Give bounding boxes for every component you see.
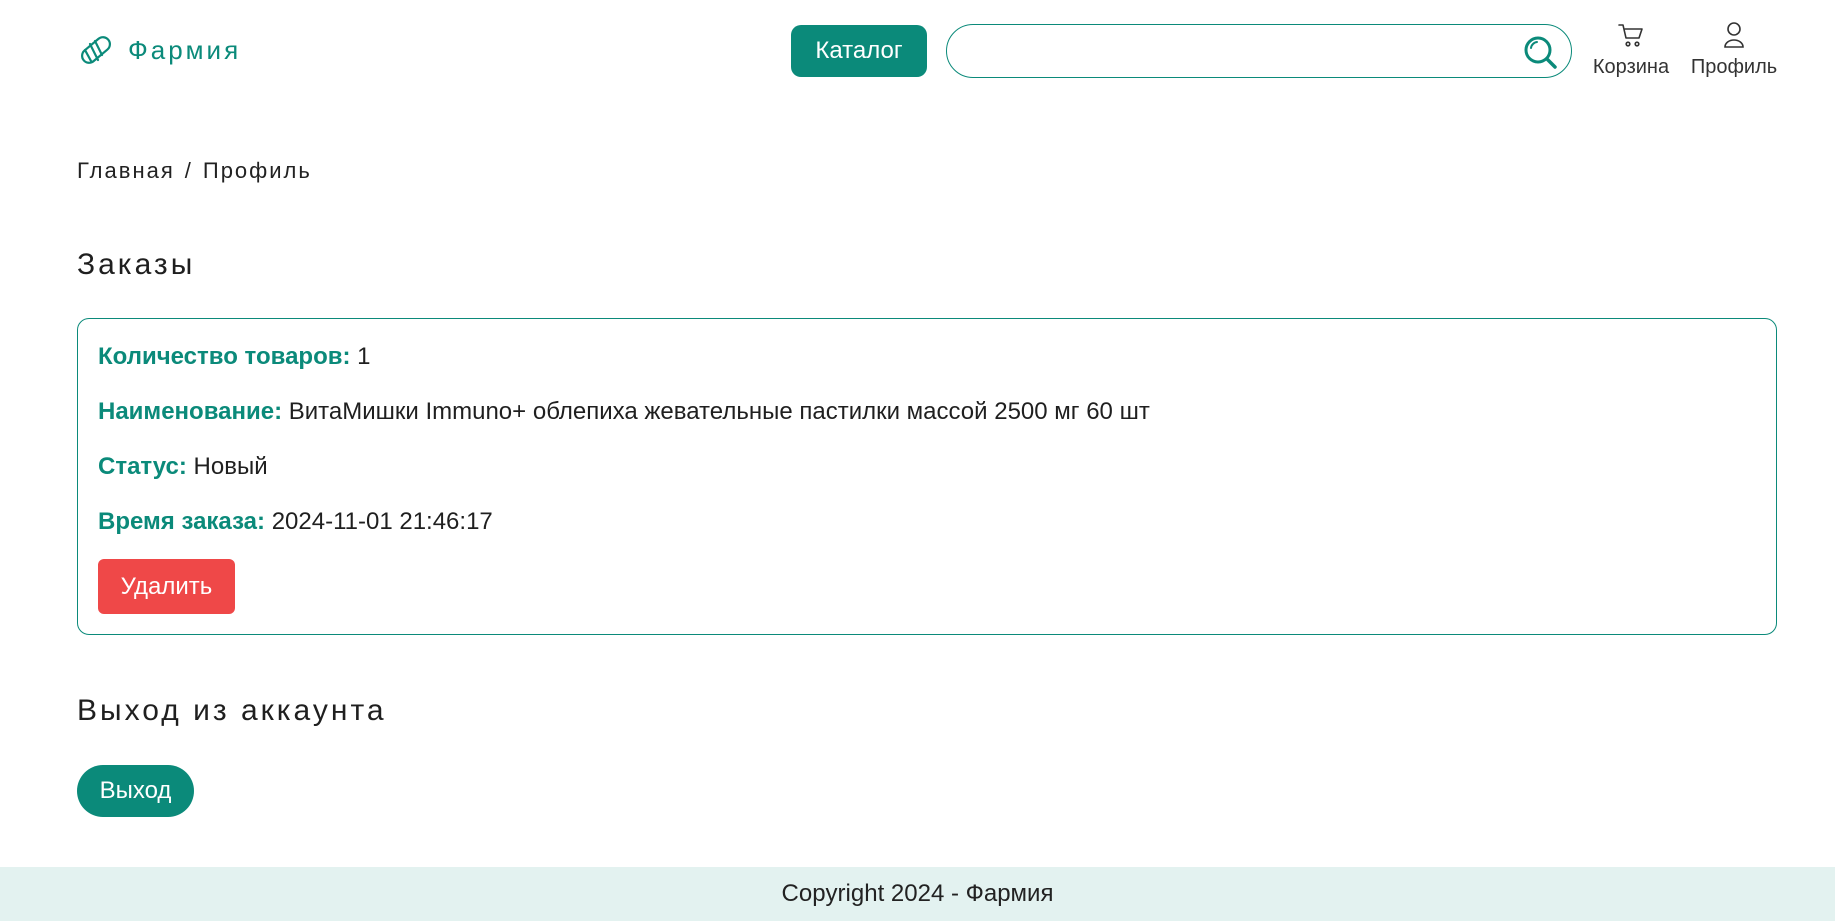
logo-link[interactable]: Фармия xyxy=(76,30,241,70)
logo-text: Фармия xyxy=(128,34,242,65)
catalog-button[interactable]: Каталог xyxy=(791,25,927,77)
breadcrumb-separator: / xyxy=(184,158,193,183)
order-status-label: Статус: xyxy=(98,453,187,480)
order-quantity-label: Количество товаров: xyxy=(98,343,351,370)
nav-profile[interactable]: Профиль xyxy=(1690,20,1778,79)
nav-cart-label: Корзина xyxy=(1592,56,1670,78)
cart-icon xyxy=(1616,20,1646,50)
order-time-value: 2024-11-01 21:46:17 xyxy=(271,508,493,535)
order-card: Количество товаров: 1 Наименование: Вита… xyxy=(77,318,1777,635)
footer-copyright: Copyright 2024 - Фармия xyxy=(781,880,1054,907)
order-status-value: Новый xyxy=(193,453,268,480)
search-bar xyxy=(946,24,1572,78)
breadcrumb-home[interactable]: Главная xyxy=(77,158,175,184)
order-time-label: Время заказа: xyxy=(98,508,266,535)
order-quantity-value: 1 xyxy=(357,343,371,370)
footer: Copyright 2024 - Фармия xyxy=(0,867,1835,921)
delete-order-button[interactable]: Удалить xyxy=(98,559,235,614)
page: Фармия Каталог Корзина Профиль Главная /… xyxy=(0,0,1835,921)
pill-icon xyxy=(76,30,116,70)
order-status-row: Статус: Новый xyxy=(98,453,268,481)
user-icon xyxy=(1719,20,1749,50)
breadcrumb-current: Профиль xyxy=(202,158,312,183)
breadcrumb: Главная / Профиль xyxy=(77,158,312,184)
logout-title: Выход из аккаунта xyxy=(77,694,387,727)
logout-button[interactable]: Выход xyxy=(77,765,194,817)
nav-profile-label: Профиль xyxy=(1690,56,1778,78)
search-icon[interactable] xyxy=(1521,33,1559,71)
order-name-row: Наименование: ВитаМишки Immuno+ облепиха… xyxy=(98,398,1150,426)
nav-cart[interactable]: Корзина xyxy=(1592,20,1670,79)
search-input[interactable] xyxy=(967,33,1507,69)
order-quantity-row: Количество товаров: 1 xyxy=(98,343,371,371)
order-time-row: Время заказа: 2024-11-01 21:46:17 xyxy=(98,508,493,536)
order-name-label: Наименование: xyxy=(98,398,283,425)
orders-title: Заказы xyxy=(77,248,196,281)
header: Фармия Каталог Корзина Профиль xyxy=(0,0,1835,104)
order-name-value: ВитаМишки Immuno+ облепиха жевательные п… xyxy=(288,398,1150,425)
